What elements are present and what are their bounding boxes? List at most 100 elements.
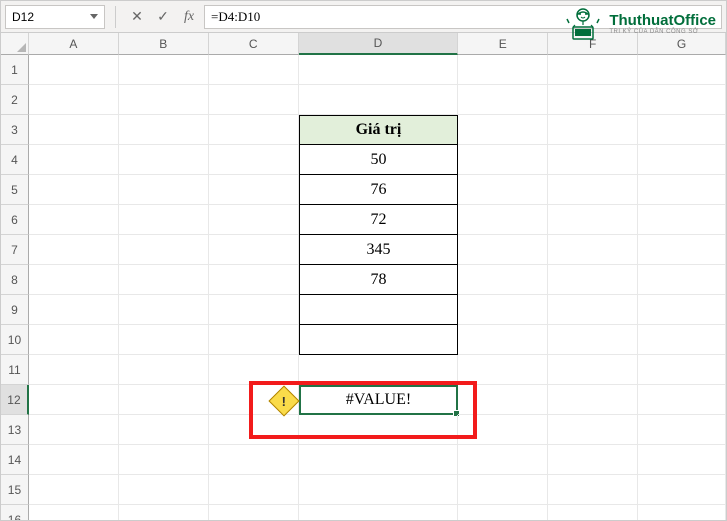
cell-D3[interactable]: Giá trị: [299, 115, 459, 145]
cell-E4[interactable]: [458, 145, 548, 175]
cell-D15[interactable]: [299, 475, 459, 505]
cell-A13[interactable]: [29, 415, 119, 445]
cell-E3[interactable]: [458, 115, 548, 145]
cell-F15[interactable]: [548, 475, 638, 505]
row-header-4[interactable]: 4: [1, 145, 29, 175]
cell-F5[interactable]: [548, 175, 638, 205]
cell-F12[interactable]: [548, 385, 638, 415]
cell-G5[interactable]: [638, 175, 726, 205]
cell-A4[interactable]: [29, 145, 119, 175]
select-all-corner[interactable]: [1, 33, 29, 55]
cell-G2[interactable]: [638, 85, 726, 115]
cell-B10[interactable]: [119, 325, 209, 355]
cell-C6[interactable]: [209, 205, 299, 235]
cell-G14[interactable]: [638, 445, 726, 475]
cell-G6[interactable]: [638, 205, 726, 235]
cell-D9[interactable]: [299, 295, 459, 325]
row-header-11[interactable]: 11: [1, 355, 29, 385]
cell-D5[interactable]: 76: [299, 175, 459, 205]
cell-A3[interactable]: [29, 115, 119, 145]
cell-D11[interactable]: [299, 355, 459, 385]
row-header-3[interactable]: 3: [1, 115, 29, 145]
cell-F6[interactable]: [548, 205, 638, 235]
cell-B12[interactable]: [119, 385, 209, 415]
cell-D2[interactable]: [299, 85, 459, 115]
cell-E14[interactable]: [458, 445, 548, 475]
cell-A9[interactable]: [29, 295, 119, 325]
cell-F16[interactable]: [548, 505, 638, 520]
cell-A16[interactable]: [29, 505, 119, 520]
cell-G12[interactable]: [638, 385, 726, 415]
cell-E9[interactable]: [458, 295, 548, 325]
cell-D8[interactable]: 78: [299, 265, 459, 295]
row-header-8[interactable]: 8: [1, 265, 29, 295]
cell-A8[interactable]: [29, 265, 119, 295]
cell-B8[interactable]: [119, 265, 209, 295]
cell-D6[interactable]: 72: [299, 205, 459, 235]
cell-F7[interactable]: [548, 235, 638, 265]
col-header-A[interactable]: A: [29, 33, 119, 55]
cell-B5[interactable]: [119, 175, 209, 205]
cell-F3[interactable]: [548, 115, 638, 145]
cell-G11[interactable]: [638, 355, 726, 385]
cell-B15[interactable]: [119, 475, 209, 505]
cell-D4[interactable]: 50: [299, 145, 459, 175]
col-header-E[interactable]: E: [458, 33, 548, 55]
name-box-dropdown-icon[interactable]: [90, 14, 98, 19]
cell-G8[interactable]: [638, 265, 726, 295]
cell-A10[interactable]: [29, 325, 119, 355]
row-header-1[interactable]: 1: [1, 55, 29, 85]
cell-G15[interactable]: [638, 475, 726, 505]
cell-F10[interactable]: [548, 325, 638, 355]
cell-F14[interactable]: [548, 445, 638, 475]
row-header-7[interactable]: 7: [1, 235, 29, 265]
cell-A2[interactable]: [29, 85, 119, 115]
cell-A1[interactable]: [29, 55, 119, 85]
cell-A15[interactable]: [29, 475, 119, 505]
cell-G1[interactable]: [638, 55, 726, 85]
cell-B2[interactable]: [119, 85, 209, 115]
row-header-16[interactable]: 16: [1, 505, 29, 520]
cell-C2[interactable]: [209, 85, 299, 115]
cell-F8[interactable]: [548, 265, 638, 295]
cell-D14[interactable]: [299, 445, 459, 475]
cell-E13[interactable]: [458, 415, 548, 445]
cell-B9[interactable]: [119, 295, 209, 325]
fx-icon[interactable]: fx: [178, 6, 200, 28]
cell-C14[interactable]: [209, 445, 299, 475]
row-header-9[interactable]: 9: [1, 295, 29, 325]
cell-A5[interactable]: [29, 175, 119, 205]
cell-F13[interactable]: [548, 415, 638, 445]
cell-D10[interactable]: [299, 325, 459, 355]
cell-E10[interactable]: [458, 325, 548, 355]
cell-C9[interactable]: [209, 295, 299, 325]
cell-B4[interactable]: [119, 145, 209, 175]
row-header-14[interactable]: 14: [1, 445, 29, 475]
enter-icon[interactable]: ✓: [152, 6, 174, 28]
cell-E7[interactable]: [458, 235, 548, 265]
cell-C7[interactable]: [209, 235, 299, 265]
row-header-13[interactable]: 13: [1, 415, 29, 445]
cell-G7[interactable]: [638, 235, 726, 265]
cell-E5[interactable]: [458, 175, 548, 205]
cell-C3[interactable]: [209, 115, 299, 145]
cell-C1[interactable]: [209, 55, 299, 85]
cell-A14[interactable]: [29, 445, 119, 475]
cell-B16[interactable]: [119, 505, 209, 520]
row-header-15[interactable]: 15: [1, 475, 29, 505]
cell-G9[interactable]: [638, 295, 726, 325]
cell-F4[interactable]: [548, 145, 638, 175]
cell-F2[interactable]: [548, 85, 638, 115]
cell-A6[interactable]: [29, 205, 119, 235]
cell-G3[interactable]: [638, 115, 726, 145]
cell-D13[interactable]: [299, 415, 459, 445]
row-header-5[interactable]: 5: [1, 175, 29, 205]
cell-D7[interactable]: 345: [299, 235, 459, 265]
cell-B6[interactable]: [119, 205, 209, 235]
cell-E6[interactable]: [458, 205, 548, 235]
cell-E16[interactable]: [458, 505, 548, 520]
cell-E12[interactable]: [458, 385, 548, 415]
cell-C5[interactable]: [209, 175, 299, 205]
cell-G16[interactable]: [638, 505, 726, 520]
cell-C8[interactable]: [209, 265, 299, 295]
